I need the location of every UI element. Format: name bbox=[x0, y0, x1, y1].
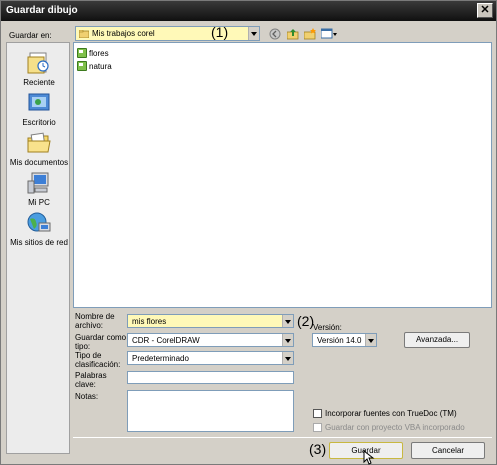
new-folder-icon[interactable] bbox=[304, 28, 316, 40]
window-title: Guardar dibujo bbox=[6, 5, 78, 16]
advanced-button[interactable]: Avanzada... bbox=[404, 332, 470, 348]
chevron-down-icon[interactable] bbox=[282, 334, 293, 346]
mouse-cursor-icon bbox=[363, 450, 375, 465]
sorttype-value: Predeterminado bbox=[132, 354, 189, 363]
annotation-1: (1) bbox=[211, 24, 229, 40]
version-value: Versión 14.0 bbox=[317, 336, 362, 345]
desktop-icon bbox=[28, 93, 50, 111]
notes-label: Notas: bbox=[75, 392, 99, 401]
embed-fonts-checkbox[interactable] bbox=[313, 409, 322, 418]
file-name: flores bbox=[89, 49, 109, 58]
my-documents-icon bbox=[27, 132, 51, 153]
notes-field[interactable] bbox=[127, 390, 294, 432]
close-button[interactable]: ✕ bbox=[477, 3, 493, 18]
places-bar: Reciente Escritorio Mis documentos Mi PC… bbox=[6, 42, 70, 454]
sorttype-select[interactable]: Predeterminado bbox=[127, 351, 294, 365]
annotation-2: (2) bbox=[297, 313, 315, 329]
view-menu-icon[interactable] bbox=[321, 28, 337, 40]
place-recent[interactable]: Reciente bbox=[7, 51, 71, 87]
vba-checkbox bbox=[313, 423, 322, 432]
embed-fonts-label: Incorporar fuentes con TrueDoc (TM) bbox=[325, 409, 457, 418]
network-icon bbox=[27, 212, 51, 232]
place-desktop[interactable]: Escritorio bbox=[7, 91, 71, 127]
file-name: natura bbox=[89, 62, 112, 71]
version-select[interactable]: Versión 14.0 bbox=[312, 333, 377, 347]
file-list[interactable]: flores natura bbox=[73, 42, 492, 308]
back-icon[interactable] bbox=[269, 28, 281, 40]
keywords-field[interactable] bbox=[127, 371, 294, 384]
cancel-button[interactable]: Cancelar bbox=[411, 442, 485, 459]
save-dialog: Guardar dibujo ✕ Guardar en: Mis trabajo… bbox=[0, 0, 497, 465]
place-my-documents[interactable]: Mis documentos bbox=[7, 131, 71, 167]
divider bbox=[73, 437, 492, 438]
chevron-down-icon[interactable] bbox=[365, 334, 376, 346]
save-in-value: Mis trabajos corel bbox=[92, 29, 155, 38]
save-in-label: Guardar en: bbox=[9, 31, 52, 40]
filename-label: Nombre de archivo: bbox=[75, 312, 115, 330]
place-label: Escritorio bbox=[22, 118, 56, 127]
sorttype-label: Tipo de clasificación: bbox=[75, 351, 121, 369]
place-label: Mis documentos bbox=[9, 158, 69, 167]
filename-field[interactable]: mis flores bbox=[127, 314, 294, 328]
folder-icon bbox=[79, 30, 89, 38]
place-label: Mis sitios de red bbox=[10, 238, 68, 247]
chevron-down-icon[interactable] bbox=[282, 315, 293, 327]
place-label: Reciente bbox=[23, 78, 55, 87]
place-label: Mi PC bbox=[28, 198, 50, 207]
recent-icon bbox=[27, 52, 49, 74]
savetype-value: CDR - CorelDRAW bbox=[132, 336, 200, 345]
title-bar: Guardar dibujo ✕ bbox=[1, 1, 496, 21]
chevron-down-icon[interactable] bbox=[248, 27, 259, 40]
my-computer-icon bbox=[27, 172, 49, 194]
chevron-down-icon[interactable] bbox=[282, 352, 293, 364]
place-my-pc[interactable]: Mi PC bbox=[7, 171, 71, 207]
savetype-select[interactable]: CDR - CorelDRAW bbox=[127, 333, 294, 347]
version-label: Versión: bbox=[313, 323, 342, 332]
place-network[interactable]: Mis sitios de red bbox=[7, 211, 71, 247]
close-icon: ✕ bbox=[480, 4, 490, 16]
up-folder-icon[interactable] bbox=[287, 28, 299, 40]
keywords-label: Palabras clave: bbox=[75, 371, 107, 389]
vba-label: Guardar con proyecto VBA incorporado bbox=[325, 423, 465, 432]
save-in-combo[interactable]: Mis trabajos corel bbox=[75, 26, 260, 41]
annotation-3: (3) bbox=[309, 441, 327, 457]
corel-file-icon bbox=[77, 61, 87, 71]
filename-value: mis flores bbox=[132, 317, 167, 326]
savetype-label: Guardar como tipo: bbox=[75, 333, 127, 351]
corel-file-icon bbox=[77, 48, 87, 58]
